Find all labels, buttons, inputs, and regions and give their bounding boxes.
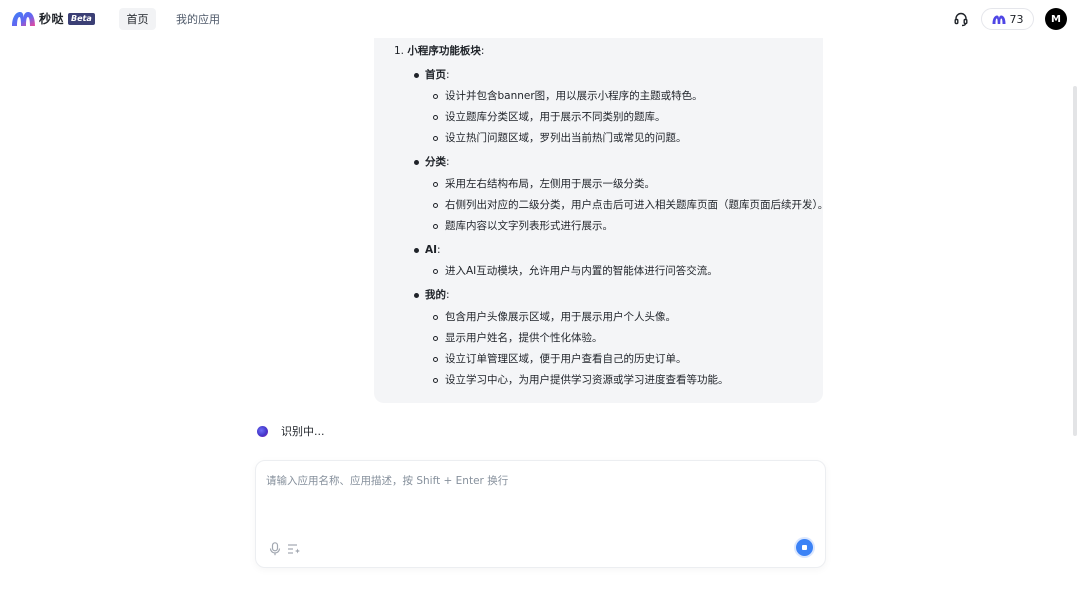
scrollbar[interactable] xyxy=(1073,86,1077,436)
credits-badge[interactable]: 73 xyxy=(981,8,1034,30)
list-item: 设计并包含banner图，用以展示小程序的主题或特色。 xyxy=(445,90,703,102)
group-title-mine: 我的: xyxy=(425,289,450,301)
bullet xyxy=(414,293,419,298)
list-item: 设立题库分类区域，用于展示不同类别的题库。 xyxy=(445,111,666,123)
beta-badge: Beta xyxy=(68,12,95,25)
bullet xyxy=(414,248,419,253)
list-item: 设立订单管理区域，便于用户查看自己的历史订单。 xyxy=(445,353,687,365)
bullet xyxy=(414,160,419,165)
list-item: 设立热门问题区域，罗列出当前热门或常见的问题。 xyxy=(445,132,687,144)
group-title-ai: AI: xyxy=(425,244,441,256)
assistant-status-icon xyxy=(257,426,268,437)
section-number: 1. xyxy=(394,45,405,57)
sub-bullet xyxy=(433,182,438,187)
status-text: 识别中... xyxy=(281,425,325,438)
list-item: 进入AI互动模块，允许用户与内置的智能体进行问答交流。 xyxy=(445,265,718,277)
section-title: 小程序功能板块 xyxy=(407,45,481,57)
sub-bullet xyxy=(433,115,438,120)
prompt-template-icon[interactable] xyxy=(287,543,301,555)
microphone-icon[interactable] xyxy=(269,542,281,556)
stop-generation-button[interactable] xyxy=(796,539,813,556)
user-avatar[interactable]: M xyxy=(1045,8,1067,30)
group-title-category: 分类: xyxy=(425,156,450,168)
headset-support-icon[interactable] xyxy=(953,11,969,27)
sub-bullet xyxy=(433,336,438,341)
sub-bullet xyxy=(433,94,438,99)
list-item: 右侧列出对应的二级分类，用户点击后可进入相关题库页面（题库页面后续开发）。 xyxy=(445,199,829,211)
sub-bullet xyxy=(433,203,438,208)
list-item: 包含用户头像展示区域，用于展示用户个人头像。 xyxy=(445,311,676,323)
list-item: 采用左右结构布局，左侧用于展示一级分类。 xyxy=(445,178,655,190)
list-item: 设立学习中心，为用户提供学习资源或学习进度查看等功能。 xyxy=(445,374,729,386)
sub-bullet xyxy=(433,315,438,320)
brand-logo-icon xyxy=(12,12,35,26)
stop-icon xyxy=(802,545,807,550)
brand-name: 秒哒 xyxy=(39,12,65,26)
credits-icon xyxy=(992,15,1005,24)
sub-bullet xyxy=(433,357,438,362)
sub-bullet xyxy=(433,224,438,229)
list-item: 显示用户姓名，提供个性化体验。 xyxy=(445,332,603,344)
group-title-home: 首页: xyxy=(425,69,450,81)
nav-home[interactable]: 首页 xyxy=(119,8,156,30)
list-item: 题库内容以文字列表形式进行展示。 xyxy=(445,220,613,232)
prompt-input[interactable] xyxy=(266,473,806,523)
bullet xyxy=(414,73,419,78)
sub-bullet xyxy=(433,378,438,383)
sub-bullet xyxy=(433,269,438,274)
nav-my-apps[interactable]: 我的应用 xyxy=(176,8,220,30)
top-bar: 秒哒 Beta 首页 我的应用 73 M xyxy=(0,0,1080,38)
section-heading: 1. 小程序功能板块: xyxy=(394,45,485,57)
logo[interactable]: 秒哒 Beta xyxy=(11,10,95,27)
message-bubble: 1. 小程序功能板块: 首页: 设计并包含banner图，用以展示小程序的主题或… xyxy=(374,38,828,403)
composer xyxy=(255,460,826,568)
credits-count: 73 xyxy=(1009,12,1024,26)
sub-bullet xyxy=(433,136,438,141)
